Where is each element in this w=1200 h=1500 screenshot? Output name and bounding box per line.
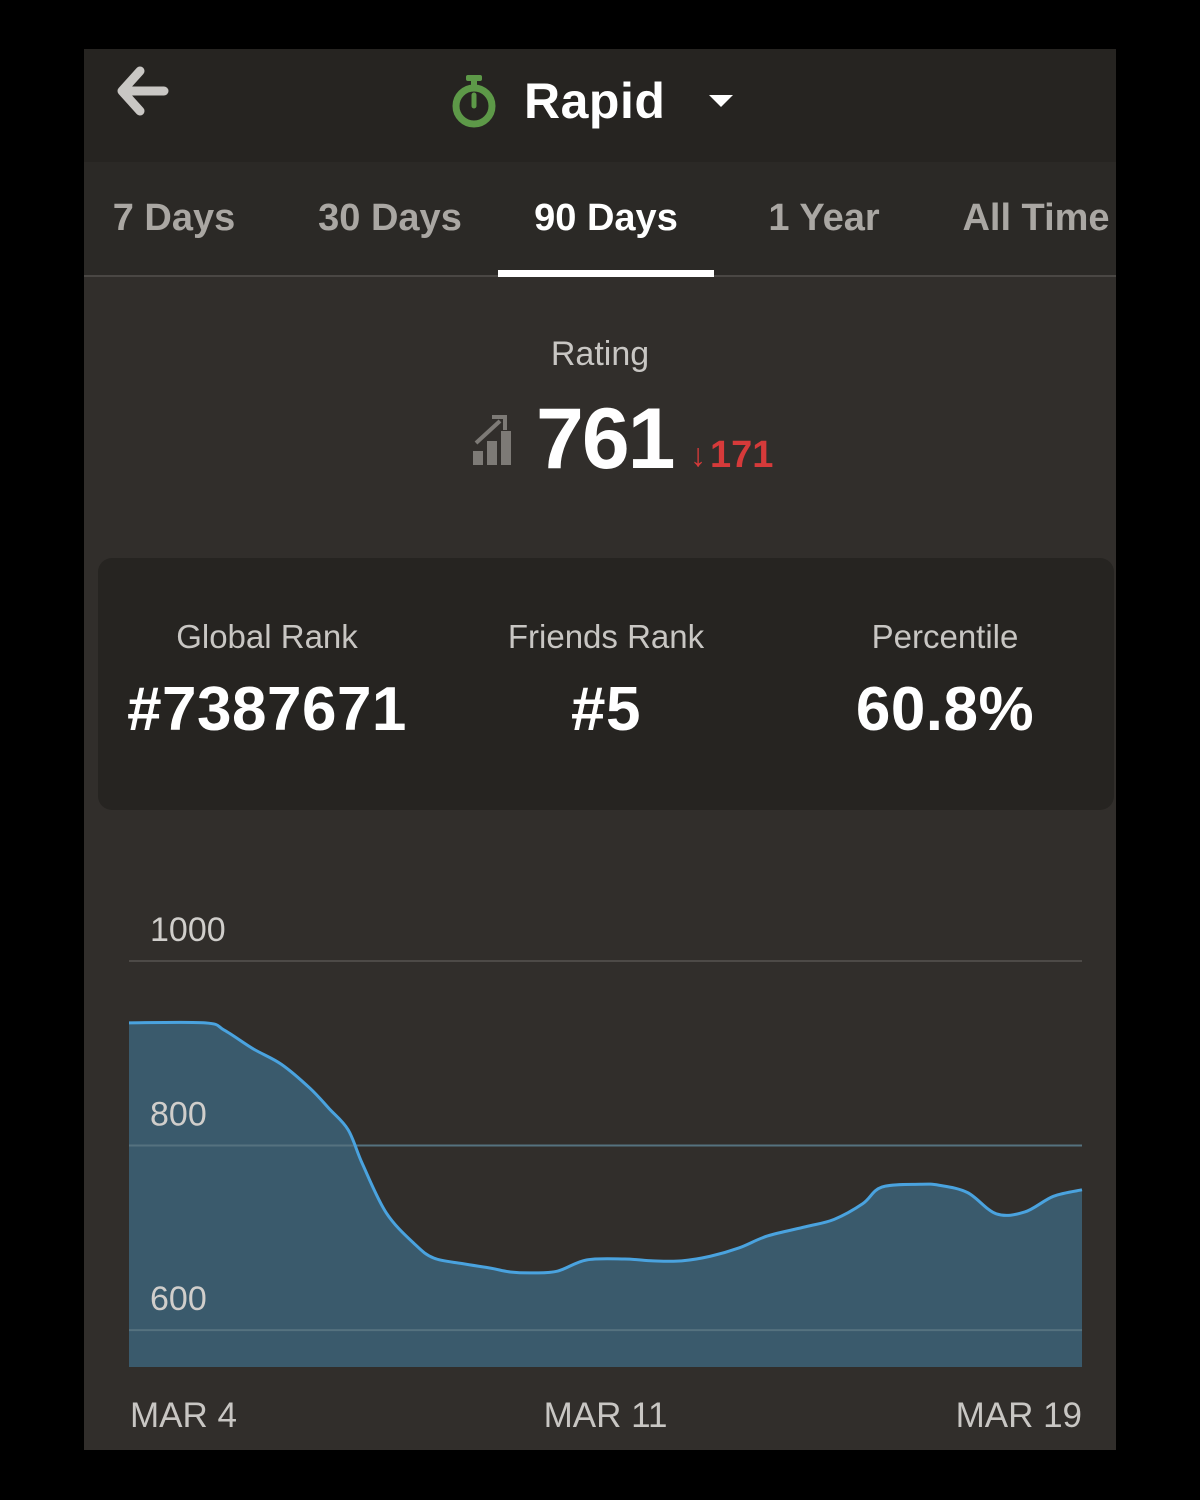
y-tick-label: 1000: [150, 911, 226, 949]
global-rank-stat: Global Rank #7387671: [98, 558, 436, 810]
stat-value: 60.8%: [855, 675, 1035, 744]
mode-title: Rapid: [524, 73, 666, 129]
stat-label: Friends Rank: [507, 618, 705, 655]
tab-all-time[interactable]: All Time: [956, 162, 1116, 275]
time-range-tabs: 7 Days 30 Days 90 Days 1 Year All Time: [84, 162, 1116, 277]
screen: Rapid 7 Days 30 Days 90 Days 1 Year All …: [84, 49, 1116, 1450]
tab-90-days[interactable]: 90 Days: [498, 162, 714, 275]
y-tick-label: 800: [150, 1096, 207, 1134]
tab-7-days[interactable]: 7 Days: [84, 162, 264, 275]
rating-change-value: 171: [710, 434, 774, 476]
tab-30-days[interactable]: 30 Days: [290, 162, 490, 275]
x-tick-label: MAR 4: [130, 1396, 237, 1435]
stats-card: Global Rank #7387671 Friends Rank #5 Per…: [98, 558, 1114, 810]
stat-label: Percentile: [871, 618, 1019, 655]
down-arrow-icon: ↓: [690, 437, 706, 473]
stat-value: #5: [571, 675, 641, 744]
x-tick-label: MAR 11: [544, 1396, 668, 1435]
y-tick-label: 600: [150, 1280, 207, 1318]
top-bar: Rapid: [84, 49, 1116, 162]
back-arrow-icon: [117, 66, 169, 116]
rating-change: ↓ 171: [690, 435, 773, 475]
rating-chart[interactable]: 1000 800 600 MAR 4 MAR 11 MAR 19: [84, 889, 1116, 1449]
rating-chart-icon: [473, 415, 511, 465]
rating-value: 761: [536, 391, 675, 487]
friends-rank-stat[interactable]: Friends Rank #5: [436, 558, 776, 810]
stopwatch-icon: [452, 75, 496, 128]
tab-1-year[interactable]: 1 Year: [744, 162, 904, 275]
x-tick-label: MAR 19: [956, 1396, 1082, 1435]
mode-selector[interactable]: Rapid: [450, 57, 735, 145]
rating-chart-svg: 1000 800 600 MAR 4 MAR 11 MAR 19: [128, 911, 1083, 1435]
rating-label: Rating: [550, 335, 650, 373]
stat-label: Global Rank: [176, 618, 358, 655]
stat-value: #7387671: [127, 675, 407, 744]
active-tab-indicator: [498, 270, 714, 277]
chart-area-fill: [129, 1022, 1082, 1367]
back-button[interactable]: [112, 65, 172, 117]
caret-down-icon: [709, 95, 734, 107]
percentile-stat: Percentile 60.8%: [776, 558, 1114, 810]
